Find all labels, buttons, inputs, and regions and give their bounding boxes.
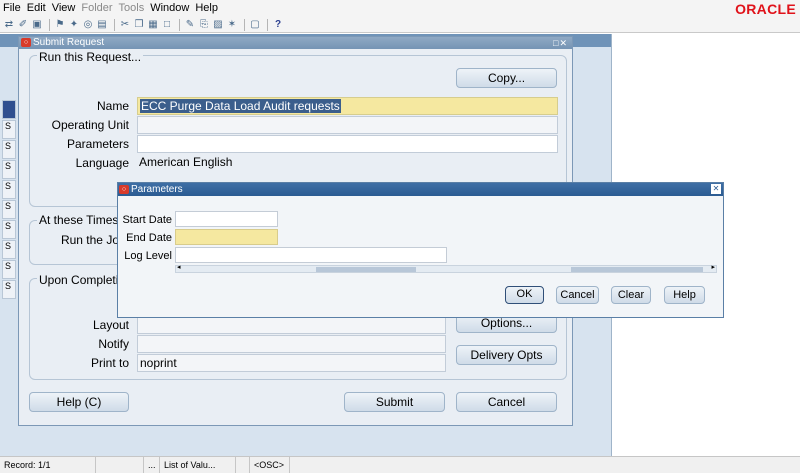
window-controls[interactable]: □✕	[553, 37, 568, 49]
layout-label: Layout	[92, 318, 129, 332]
scroll-right-icon[interactable]: ▸	[711, 263, 715, 271]
menu-folder[interactable]: Folder	[78, 0, 115, 17]
layout-field[interactable]	[137, 316, 446, 334]
help-icon[interactable]: ?	[272, 19, 284, 31]
list-item[interactable]: S	[2, 160, 16, 179]
window-title: Submit Request	[33, 37, 105, 48]
parameters-dialog: ○ Parameters ✕ Start Date End Date Log L…	[117, 182, 724, 318]
parameters-title: Parameters	[131, 184, 183, 195]
operating-unit-label: Operating Unit	[51, 118, 129, 132]
background-record-column: S S S S S S S S S	[2, 100, 16, 300]
list-item[interactable]: S	[2, 200, 16, 219]
list-item[interactable]: S	[2, 280, 16, 299]
print-to-label: Print to	[90, 356, 129, 370]
nav-icon[interactable]: ✦	[68, 19, 80, 31]
horizontal-scrollbar[interactable]: ◂ ▸	[175, 263, 717, 273]
param-help-button[interactable]: Help	[664, 286, 705, 304]
status-record: Record: 1/1	[0, 457, 96, 473]
oracle-window-icon: ○	[21, 38, 31, 47]
parameters-field[interactable]	[137, 135, 558, 153]
menu-window[interactable]: Window	[147, 0, 192, 17]
start-date-field[interactable]	[175, 211, 278, 227]
attach-icon[interactable]: ⎘	[198, 19, 210, 31]
list-item[interactable]: S	[2, 220, 16, 239]
submit-request-titlebar[interactable]: ○ Submit Request □✕	[19, 37, 572, 49]
status-lov: List of Valu...	[160, 457, 236, 473]
notify-label: Notify	[98, 337, 129, 351]
edit-icon[interactable]: ✎	[184, 19, 196, 31]
oracle-logo: ORACLE	[735, 1, 796, 17]
copy-button[interactable]: Copy...	[456, 68, 557, 88]
cut-icon[interactable]: ✂	[119, 19, 131, 31]
parameters-titlebar[interactable]: ○ Parameters ✕	[118, 183, 723, 196]
toolbar-separator	[244, 18, 245, 31]
switch-icon[interactable]: ▣	[31, 19, 43, 31]
toolbar-separator	[49, 18, 50, 31]
help-button[interactable]: Help (C)	[29, 392, 129, 412]
translate-icon[interactable]: ✶	[226, 19, 238, 31]
language-label: Language	[75, 156, 129, 170]
status-osc: <OSC>	[250, 457, 290, 473]
save-icon[interactable]: ⇄	[3, 19, 15, 31]
list-item[interactable]: S	[2, 260, 16, 279]
list-item[interactable]: S	[2, 180, 16, 199]
menu-file[interactable]: File	[0, 0, 24, 17]
toolbar-separator	[179, 18, 180, 31]
log-level-label: Log Level	[124, 250, 172, 262]
language-field: American English	[139, 155, 233, 169]
cancel-button[interactable]: Cancel	[456, 392, 557, 412]
ok-button[interactable]: OK	[505, 286, 544, 304]
toolbar-separator	[114, 18, 115, 31]
window-icon[interactable]: ▢	[249, 19, 261, 31]
status-segment	[96, 457, 144, 473]
list-item[interactable]	[2, 100, 16, 119]
menu-edit[interactable]: Edit	[24, 0, 49, 17]
toolbar: ⇄ ✐ ▣ ⚑ ✦ ◎ ▤ ✂ ❐ ▦ □ ✎ ⎘ ▨ ✶ ▢ ?	[0, 17, 800, 33]
parameters-label: Parameters	[66, 137, 129, 151]
submit-button[interactable]: Submit	[344, 392, 445, 412]
close-icon[interactable]: ✕	[711, 184, 721, 194]
end-date-field[interactable]	[175, 229, 278, 245]
menu-tools[interactable]: Tools	[116, 0, 148, 17]
start-date-label: Start Date	[122, 214, 172, 226]
copy-icon[interactable]: ❐	[133, 19, 145, 31]
menu-view[interactable]: View	[49, 0, 79, 17]
operating-unit-field[interactable]	[137, 116, 558, 134]
clear-icon[interactable]: □	[161, 19, 173, 31]
clear-button[interactable]: Clear	[611, 286, 651, 304]
run-request-group-label: Run this Request...	[37, 50, 144, 64]
end-date-label: End Date	[126, 232, 172, 244]
new-icon[interactable]: ▤	[96, 19, 108, 31]
print-to-field[interactable]: noprint	[137, 354, 446, 372]
status-segment	[236, 457, 250, 473]
completion-group-label: Upon Completio	[37, 273, 128, 287]
menubar: File Edit View Folder Tools Window Help …	[0, 0, 800, 17]
name-field-value: ECC Purge Data Load Audit requests	[140, 99, 341, 113]
scroll-thumb[interactable]	[316, 267, 416, 272]
toolbar-separator	[267, 18, 268, 31]
schedule-group-label: At these Times.	[37, 213, 124, 227]
scroll-left-icon[interactable]: ◂	[177, 263, 181, 271]
list-item[interactable]: S	[2, 140, 16, 159]
param-cancel-button[interactable]: Cancel	[556, 286, 599, 304]
name-label: Name	[96, 99, 129, 113]
log-level-field[interactable]	[175, 247, 447, 263]
folder-icon[interactable]: ▨	[212, 19, 224, 31]
find-icon[interactable]: ⚑	[54, 19, 66, 31]
delivery-opts-button[interactable]: Delivery Opts	[456, 345, 557, 365]
print-icon[interactable]: ✐	[17, 19, 29, 31]
scroll-thumb-right[interactable]	[571, 267, 703, 272]
list-item[interactable]: S	[2, 240, 16, 259]
notify-field[interactable]	[137, 335, 446, 353]
zoom-icon[interactable]: ◎	[82, 19, 94, 31]
status-segment: ...	[144, 457, 160, 473]
list-item[interactable]: S	[2, 120, 16, 139]
paste-icon[interactable]: ▦	[147, 19, 159, 31]
name-field[interactable]: ECC Purge Data Load Audit requests	[137, 97, 558, 115]
run-job-label: Run the Jo	[60, 233, 119, 247]
statusbar: Record: 1/1 ... List of Valu... <OSC>	[0, 456, 800, 473]
oracle-window-icon: ○	[119, 185, 129, 194]
menu-help[interactable]: Help	[192, 0, 221, 17]
